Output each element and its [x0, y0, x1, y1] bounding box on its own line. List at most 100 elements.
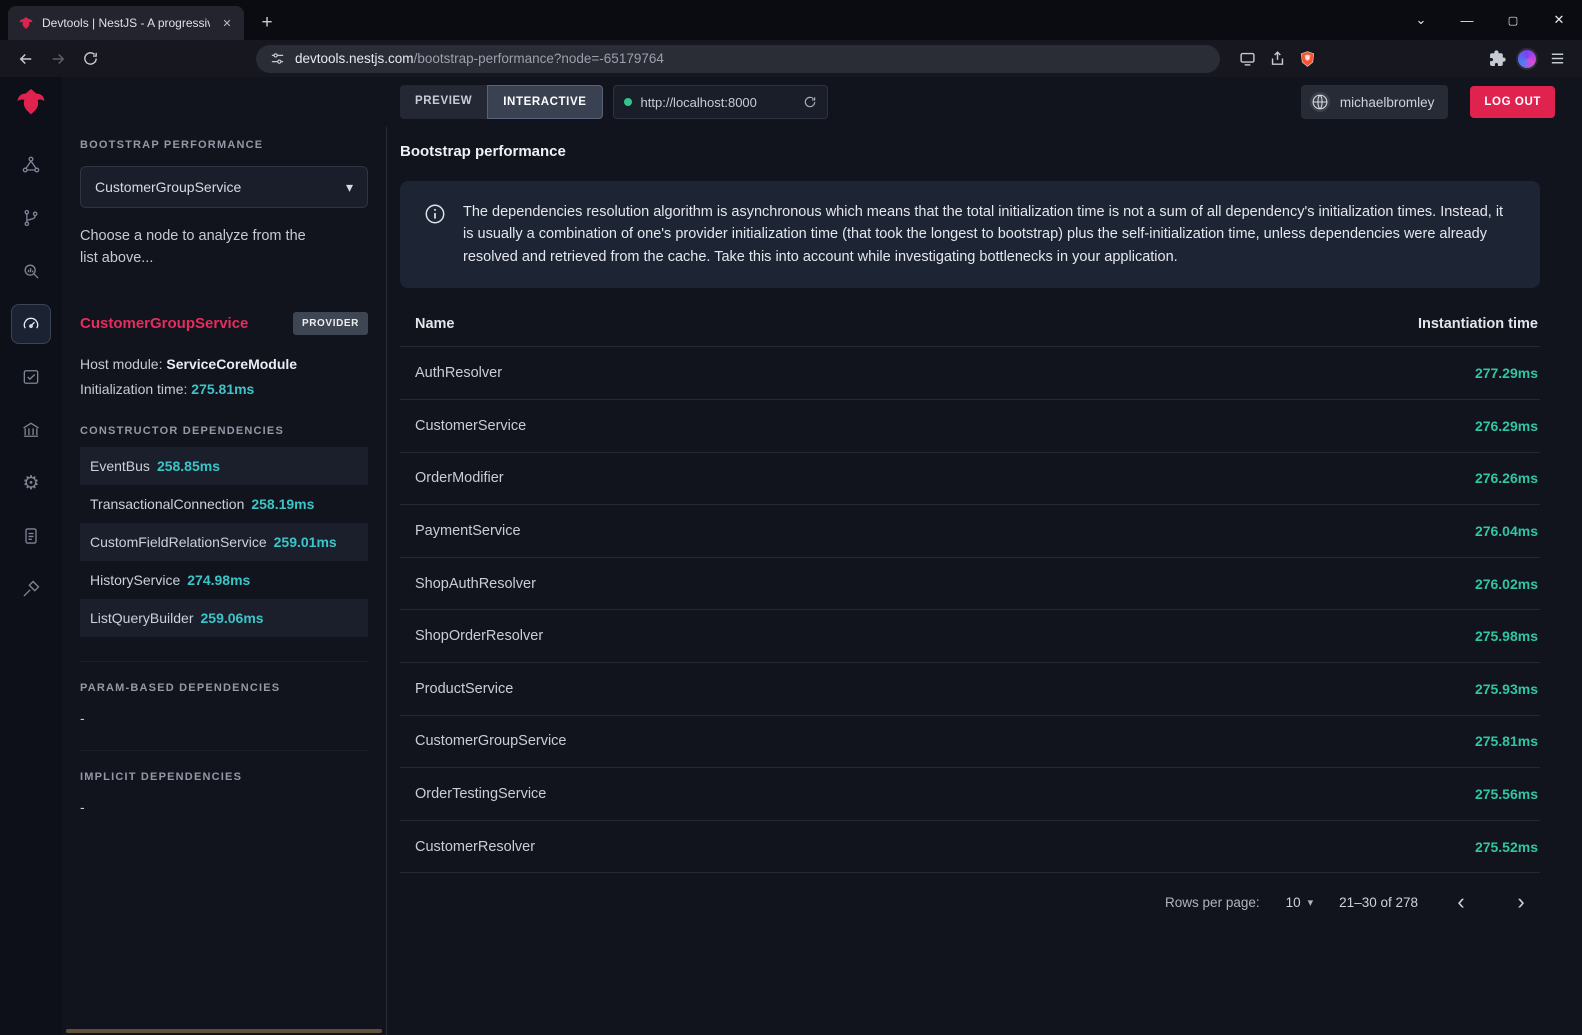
nav-insights-item[interactable]	[11, 251, 51, 291]
logout-button[interactable]: LOG OUT	[1470, 86, 1555, 118]
window-controls: ⌄ — ▢ ✕	[1398, 0, 1582, 40]
table-body: AuthResolver 277.29ms CustomerService 27…	[400, 347, 1540, 873]
row-name: OrderTestingService	[415, 786, 546, 802]
dependency-time: 259.01ms	[274, 534, 337, 550]
hammer-icon	[21, 579, 41, 599]
dependency-name: HistoryService	[90, 572, 180, 588]
chevron-down-icon: ▾	[346, 179, 353, 196]
info-banner: The dependencies resolution algorithm is…	[400, 181, 1540, 288]
row-time: 275.98ms	[1475, 628, 1538, 644]
search-stats-icon	[21, 261, 41, 281]
forward-button[interactable]	[42, 44, 74, 74]
table-row: PaymentService 276.04ms	[400, 505, 1540, 558]
init-time-value: 275.81ms	[191, 381, 254, 397]
interactive-mode-button[interactable]: INTERACTIVE	[487, 85, 602, 119]
selected-node-value: CustomerGroupService	[95, 179, 241, 195]
row-name: CustomerGroupService	[415, 733, 567, 749]
browser-menu-button[interactable]	[1542, 44, 1572, 74]
reload-button[interactable]	[74, 44, 106, 74]
dependency-item[interactable]: TransactionalConnection 258.19ms	[80, 485, 368, 523]
refresh-icon[interactable]	[803, 95, 817, 109]
rows-per-page-chevron-icon: ▾	[1308, 896, 1314, 909]
target-url-value: http://localhost:8000	[641, 95, 794, 110]
tab-title: Devtools | NestJS - A progressive	[42, 16, 210, 30]
param-deps-section: PARAM-BASED DEPENDENCIES -	[80, 661, 368, 726]
dependency-time: 258.19ms	[251, 496, 314, 512]
table-row: ShopOrderResolver 275.98ms	[400, 610, 1540, 663]
dependency-item[interactable]: CustomFieldRelationService 259.01ms	[80, 523, 368, 561]
address-bar[interactable]: devtools.nestjs.com/bootstrap-performanc…	[256, 45, 1220, 73]
host-module-value: ServiceCoreModule	[166, 356, 297, 372]
row-time: 276.02ms	[1475, 576, 1538, 592]
dependency-item[interactable]: HistoryService 274.98ms	[80, 561, 368, 599]
target-url-input[interactable]: http://localhost:8000	[613, 85, 828, 119]
url-domain: devtools.nestjs.com	[295, 51, 414, 66]
rows-per-page-value: 10	[1286, 895, 1301, 910]
preview-mode-button[interactable]: PREVIEW	[400, 85, 487, 119]
dependency-item[interactable]: EventBus 258.85ms	[80, 447, 368, 485]
user-avatar	[1309, 91, 1331, 113]
table-row: CustomerResolver 275.52ms	[400, 821, 1540, 874]
brave-shield-icon	[1299, 50, 1316, 68]
tab-search-chevron-icon[interactable]: ⌄	[1398, 0, 1444, 40]
user-menu[interactable]: michaelbromley	[1301, 85, 1449, 119]
window-maximize-button[interactable]: ▢	[1490, 0, 1536, 40]
row-name: OrderModifier	[415, 470, 504, 486]
tab-close-icon[interactable]: ✕	[218, 14, 236, 32]
nav-audit-item[interactable]	[11, 357, 51, 397]
param-deps-value: -	[80, 710, 368, 726]
new-tab-button[interactable]: +	[254, 10, 280, 36]
brave-shields-button[interactable]	[1292, 44, 1322, 74]
nav-modules-item[interactable]	[11, 410, 51, 450]
extensions-button[interactable]	[1482, 44, 1512, 74]
host-module-label: Host module:	[80, 356, 166, 372]
share-icon	[1269, 50, 1286, 67]
dependency-name: CustomFieldRelationService	[90, 534, 267, 550]
row-name: PaymentService	[415, 523, 521, 539]
window-close-button[interactable]: ✕	[1536, 0, 1582, 40]
checklist-icon	[21, 367, 41, 387]
rows-per-page-dropdown[interactable]: 10 ▾	[1286, 895, 1314, 910]
previous-page-button[interactable]: ‹	[1444, 885, 1478, 919]
mode-switcher: PREVIEW INTERACTIVE	[400, 85, 603, 119]
dependency-item[interactable]: ListQueryBuilder 259.06ms	[80, 599, 368, 637]
host-module-row: Host module: ServiceCoreModule	[80, 356, 368, 372]
dependency-name: TransactionalConnection	[90, 496, 244, 512]
maximize-glyph: ▢	[1508, 14, 1518, 27]
window-minimize-button[interactable]: —	[1444, 0, 1490, 40]
app-icon-sidebar: ⚙	[0, 77, 62, 1035]
gear-icon: ⚙	[22, 474, 39, 493]
dependency-time: 258.85ms	[157, 458, 220, 474]
tab-capture-button[interactable]	[1232, 44, 1262, 74]
nav-graph-item[interactable]	[11, 145, 51, 185]
nav-tools-item[interactable]	[11, 569, 51, 609]
horizontal-scrollbar[interactable]	[66, 1029, 382, 1033]
username: michaelbromley	[1340, 95, 1435, 110]
implicit-deps-value: -	[80, 799, 368, 815]
param-deps-title: PARAM-BASED DEPENDENCIES	[80, 682, 368, 694]
back-button[interactable]	[10, 44, 42, 74]
browser-tab[interactable]: Devtools | NestJS - A progressive ✕	[8, 6, 244, 40]
row-time: 276.04ms	[1475, 523, 1538, 539]
column-header-time: Instantiation time	[1418, 316, 1538, 332]
browser-profile-button[interactable]	[1512, 44, 1542, 74]
share-button[interactable]	[1262, 44, 1292, 74]
table-row: OrderTestingService 275.56ms	[400, 768, 1540, 821]
nav-logs-item[interactable]	[11, 516, 51, 556]
row-name: ShopOrderResolver	[415, 628, 543, 644]
bootstrap-sidebar: BOOTSTRAP PERFORMANCE CustomerGroupServi…	[62, 127, 387, 1035]
back-arrow-icon	[17, 50, 35, 68]
nestjs-logo[interactable]	[0, 77, 62, 127]
table-header: Name Instantiation time	[400, 301, 1540, 347]
pagination: Rows per page: 10 ▾ 21–30 of 278 ‹ ›	[400, 873, 1540, 931]
sidebar-section-title: BOOTSTRAP PERFORMANCE	[80, 139, 368, 151]
nav-routes-item[interactable]	[11, 198, 51, 238]
url-path: /bootstrap-performance?node=-65179764	[414, 51, 664, 66]
implicit-deps-section: IMPLICIT DEPENDENCIES -	[80, 750, 368, 815]
nestjs-logo-icon	[15, 86, 47, 118]
next-page-button[interactable]: ›	[1504, 885, 1538, 919]
performance-table: Name Instantiation time AuthResolver 277…	[400, 301, 1540, 931]
node-select-dropdown[interactable]: CustomerGroupService ▾	[80, 166, 368, 208]
nav-bootstrap-performance-item[interactable]	[11, 304, 51, 344]
nav-settings-item[interactable]: ⚙	[11, 463, 51, 503]
